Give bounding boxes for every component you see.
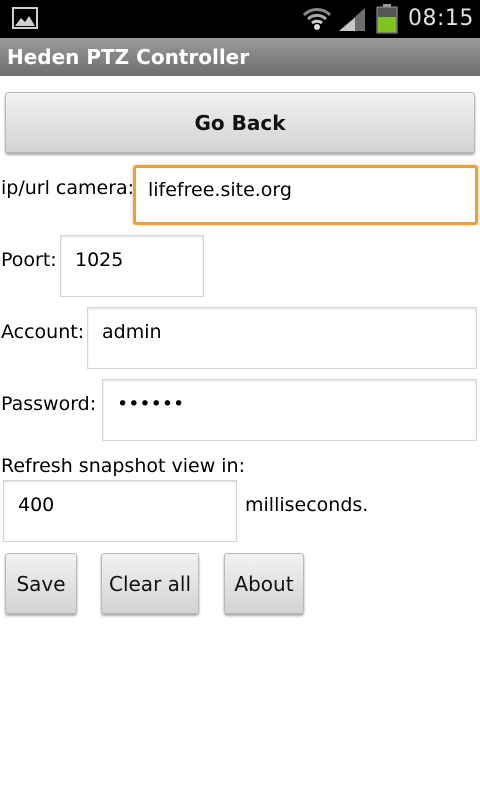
camera-url-input[interactable]: lifefree.site.org <box>133 165 478 225</box>
refresh-label: Refresh snapshot view in: <box>1 455 246 477</box>
battery-icon <box>376 4 398 34</box>
title-bar: Heden PTZ Controller <box>0 38 480 76</box>
save-button[interactable]: Save <box>5 553 77 614</box>
gallery-icon <box>12 7 38 29</box>
clear-all-button[interactable]: Clear all <box>101 553 199 614</box>
refresh-unit-label: milliseconds. <box>245 494 369 516</box>
port-label: Poort: <box>1 249 57 271</box>
camera-label: ip/url camera: <box>1 177 135 199</box>
status-bar: 08:15 <box>0 0 480 38</box>
camera-url-value: lifefree.site.org <box>148 179 292 201</box>
account-value: admin <box>102 321 162 343</box>
wifi-icon <box>302 8 332 30</box>
clock: 08:15 <box>408 6 474 31</box>
go-back-button[interactable]: Go Back <box>5 92 475 153</box>
account-input[interactable]: admin <box>87 307 477 369</box>
account-label: Account: <box>1 321 85 343</box>
port-input[interactable]: 1025 <box>60 235 204 297</box>
port-value: 1025 <box>75 249 124 271</box>
about-button[interactable]: About <box>224 553 304 614</box>
signal-icon <box>339 8 365 31</box>
password-value: •••••• <box>117 393 185 415</box>
password-label: Password: <box>1 393 97 415</box>
app-title: Heden PTZ Controller <box>7 45 250 69</box>
password-input[interactable]: •••••• <box>102 379 477 441</box>
refresh-interval-input[interactable]: 400 <box>3 480 237 542</box>
refresh-interval-value: 400 <box>18 494 55 516</box>
